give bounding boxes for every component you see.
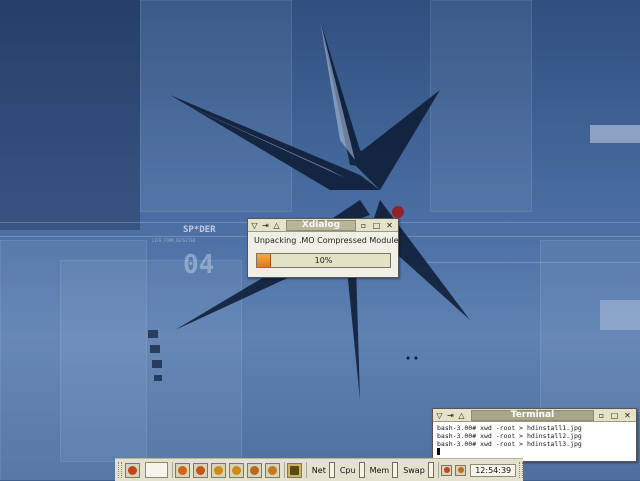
net-monitor[interactable]: Net — [310, 462, 335, 478]
cpu-monitor[interactable]: Cpu — [338, 462, 365, 478]
launcher-button[interactable] — [229, 462, 244, 478]
mem-monitor[interactable]: Mem — [368, 462, 399, 478]
tray-button[interactable] — [455, 462, 466, 478]
terminal-window[interactable]: ▽ ⇥ △ Terminal ▫ □ ✕ bash-3.00# xwd -roo… — [432, 408, 637, 462]
maximize-icon[interactable]: □ — [610, 411, 619, 420]
wallpaper-subtitle: LIFE_FORM_DETECTED — [152, 238, 195, 243]
minimize-icon[interactable]: ▫ — [359, 221, 368, 230]
xdialog-window: ▽ ⇥ △ Xdialog ▫ □ ✕ Unpacking .MO Compre… — [247, 218, 399, 278]
progress-message: Unpacking .MO Compressed Modules... — [248, 232, 398, 245]
progress-bar: 10% — [256, 253, 391, 268]
terminal-line: bash-3.00# xwd -root > hdinstall1.jpg — [437, 424, 632, 432]
mem-label: Mem — [368, 466, 392, 475]
swap-gauge — [428, 462, 434, 478]
progress-percent: 10% — [257, 254, 390, 267]
wallpaper-logo: SP*DER — [183, 225, 216, 235]
cpu-gauge — [359, 462, 365, 478]
pin-icon[interactable]: △ — [272, 221, 281, 230]
terminal-titlebar[interactable]: ▽ ⇥ △ Terminal ▫ □ ✕ — [433, 409, 636, 422]
terminal-line: bash-3.00# xwd -root > hdinstall3.jpg — [437, 440, 632, 448]
app-icon — [229, 463, 244, 478]
app-icon — [193, 463, 208, 478]
app-icon — [247, 463, 262, 478]
window-menu-icon[interactable]: ▽ — [250, 221, 259, 230]
tray-icon — [441, 465, 452, 476]
start-menu-button[interactable] — [125, 462, 140, 478]
wallpaper-number: 04 — [183, 250, 214, 280]
app-icon — [265, 463, 280, 478]
taskbar-handle[interactable] — [118, 462, 122, 478]
shade-icon[interactable]: ⇥ — [446, 411, 455, 420]
xdialog-title: Xdialog — [286, 220, 356, 231]
taskbar-run-field[interactable] — [145, 462, 168, 478]
launcher-button[interactable] — [193, 462, 208, 478]
pin-icon[interactable]: △ — [457, 411, 466, 420]
launcher-button[interactable] — [175, 462, 190, 478]
mem-gauge — [392, 462, 398, 478]
terminal-output[interactable]: bash-3.00# xwd -root > hdinstall1.jpgbas… — [433, 422, 636, 458]
tray-button[interactable] — [441, 462, 452, 478]
clock[interactable]: 12:54:39 — [470, 464, 516, 477]
close-icon[interactable]: ✕ — [623, 411, 632, 420]
swap-label: Swap — [401, 466, 427, 475]
taskbar-handle[interactable] — [519, 462, 523, 478]
terminal-line: bash-3.00# xwd -root > hdinstall2.jpg — [437, 432, 632, 440]
swap-monitor[interactable]: Swap — [401, 462, 434, 478]
terminal-cursor — [437, 448, 440, 455]
start-icon — [125, 463, 140, 478]
taskbar: Net Cpu Mem Swap 12:54:39 — [115, 458, 523, 481]
cpu-label: Cpu — [338, 466, 358, 475]
maximize-icon[interactable]: □ — [372, 221, 381, 230]
terminal-prompt-line[interactable] — [437, 448, 632, 456]
net-gauge — [329, 462, 335, 478]
tray-icon — [455, 465, 466, 476]
app-icon — [211, 463, 226, 478]
launcher-button[interactable] — [211, 462, 226, 478]
xdialog-titlebar[interactable]: ▽ ⇥ △ Xdialog ▫ □ ✕ — [248, 219, 398, 232]
pager-icon — [287, 463, 302, 478]
launcher-button[interactable] — [247, 462, 262, 478]
close-icon[interactable]: ✕ — [385, 221, 394, 230]
minimize-icon[interactable]: ▫ — [597, 411, 606, 420]
terminal-title: Terminal — [471, 410, 594, 421]
app-icon — [175, 463, 190, 478]
desktop-pager-button[interactable] — [287, 462, 302, 478]
window-menu-icon[interactable]: ▽ — [435, 411, 444, 420]
net-label: Net — [310, 466, 328, 475]
launcher-button[interactable] — [265, 462, 280, 478]
shade-icon[interactable]: ⇥ — [261, 221, 270, 230]
